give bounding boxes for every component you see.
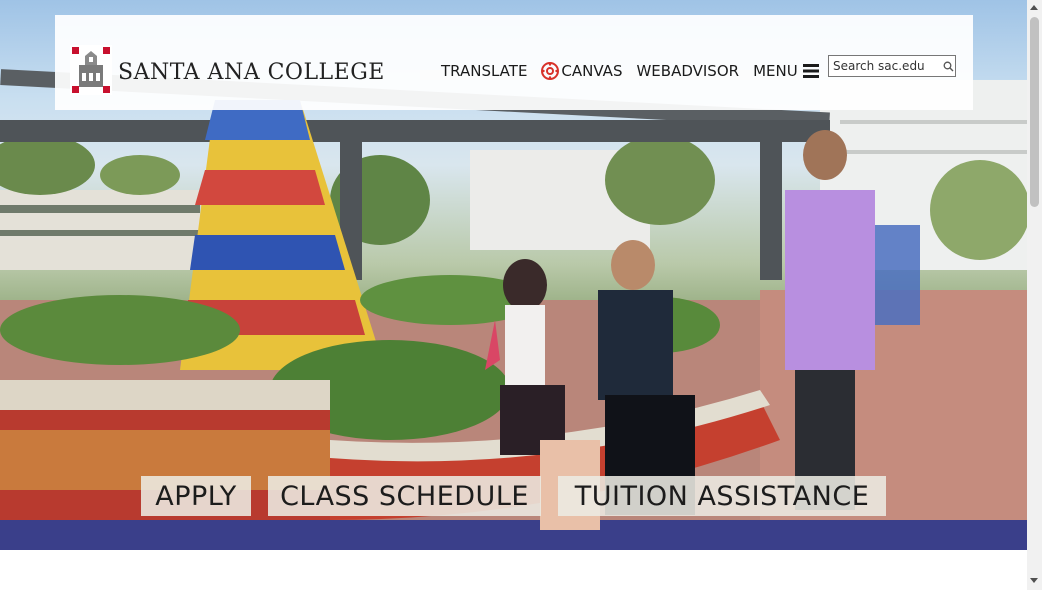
mission-building-logo-icon	[70, 45, 112, 99]
translate-link[interactable]: TRANSLATE	[441, 62, 527, 80]
search-box	[828, 55, 956, 77]
translate-label: TRANSLATE	[441, 62, 528, 80]
class-schedule-button[interactable]: CLASS SCHEDULE	[268, 476, 541, 516]
search-icon[interactable]	[943, 61, 954, 72]
scroll-thumb[interactable]	[1030, 17, 1039, 207]
webadvisor-label: WEBADVISOR	[636, 62, 740, 80]
canvas-icon	[541, 62, 560, 80]
search-input[interactable]	[829, 59, 937, 73]
apply-button[interactable]: APPLY	[141, 476, 251, 516]
webadvisor-link[interactable]: WEBADVISOR	[636, 62, 739, 80]
scroll-up-arrow-icon[interactable]	[1030, 5, 1038, 10]
scroll-down-arrow-icon[interactable]	[1030, 578, 1038, 583]
canvas-link[interactable]: CANVAS	[541, 62, 622, 80]
menu-button[interactable]: MENU	[753, 62, 819, 80]
menu-label: MENU	[753, 62, 798, 80]
vertical-scrollbar[interactable]	[1027, 0, 1042, 590]
canvas-label: CANVAS	[561, 62, 623, 80]
top-nav: TRANSLATE CANVAS WEBADVISOR MENU	[441, 62, 833, 80]
site-name: SANTA ANA COLLEGE	[118, 59, 385, 85]
hamburger-icon	[802, 64, 819, 78]
site-logo[interactable]: SANTA ANA COLLEGE	[70, 45, 385, 99]
site-header: SANTA ANA COLLEGE TRANSLATE CANVAS WEBAD…	[55, 15, 973, 110]
tuition-assistance-button[interactable]: TUITION ASSISTANCE	[558, 476, 886, 516]
